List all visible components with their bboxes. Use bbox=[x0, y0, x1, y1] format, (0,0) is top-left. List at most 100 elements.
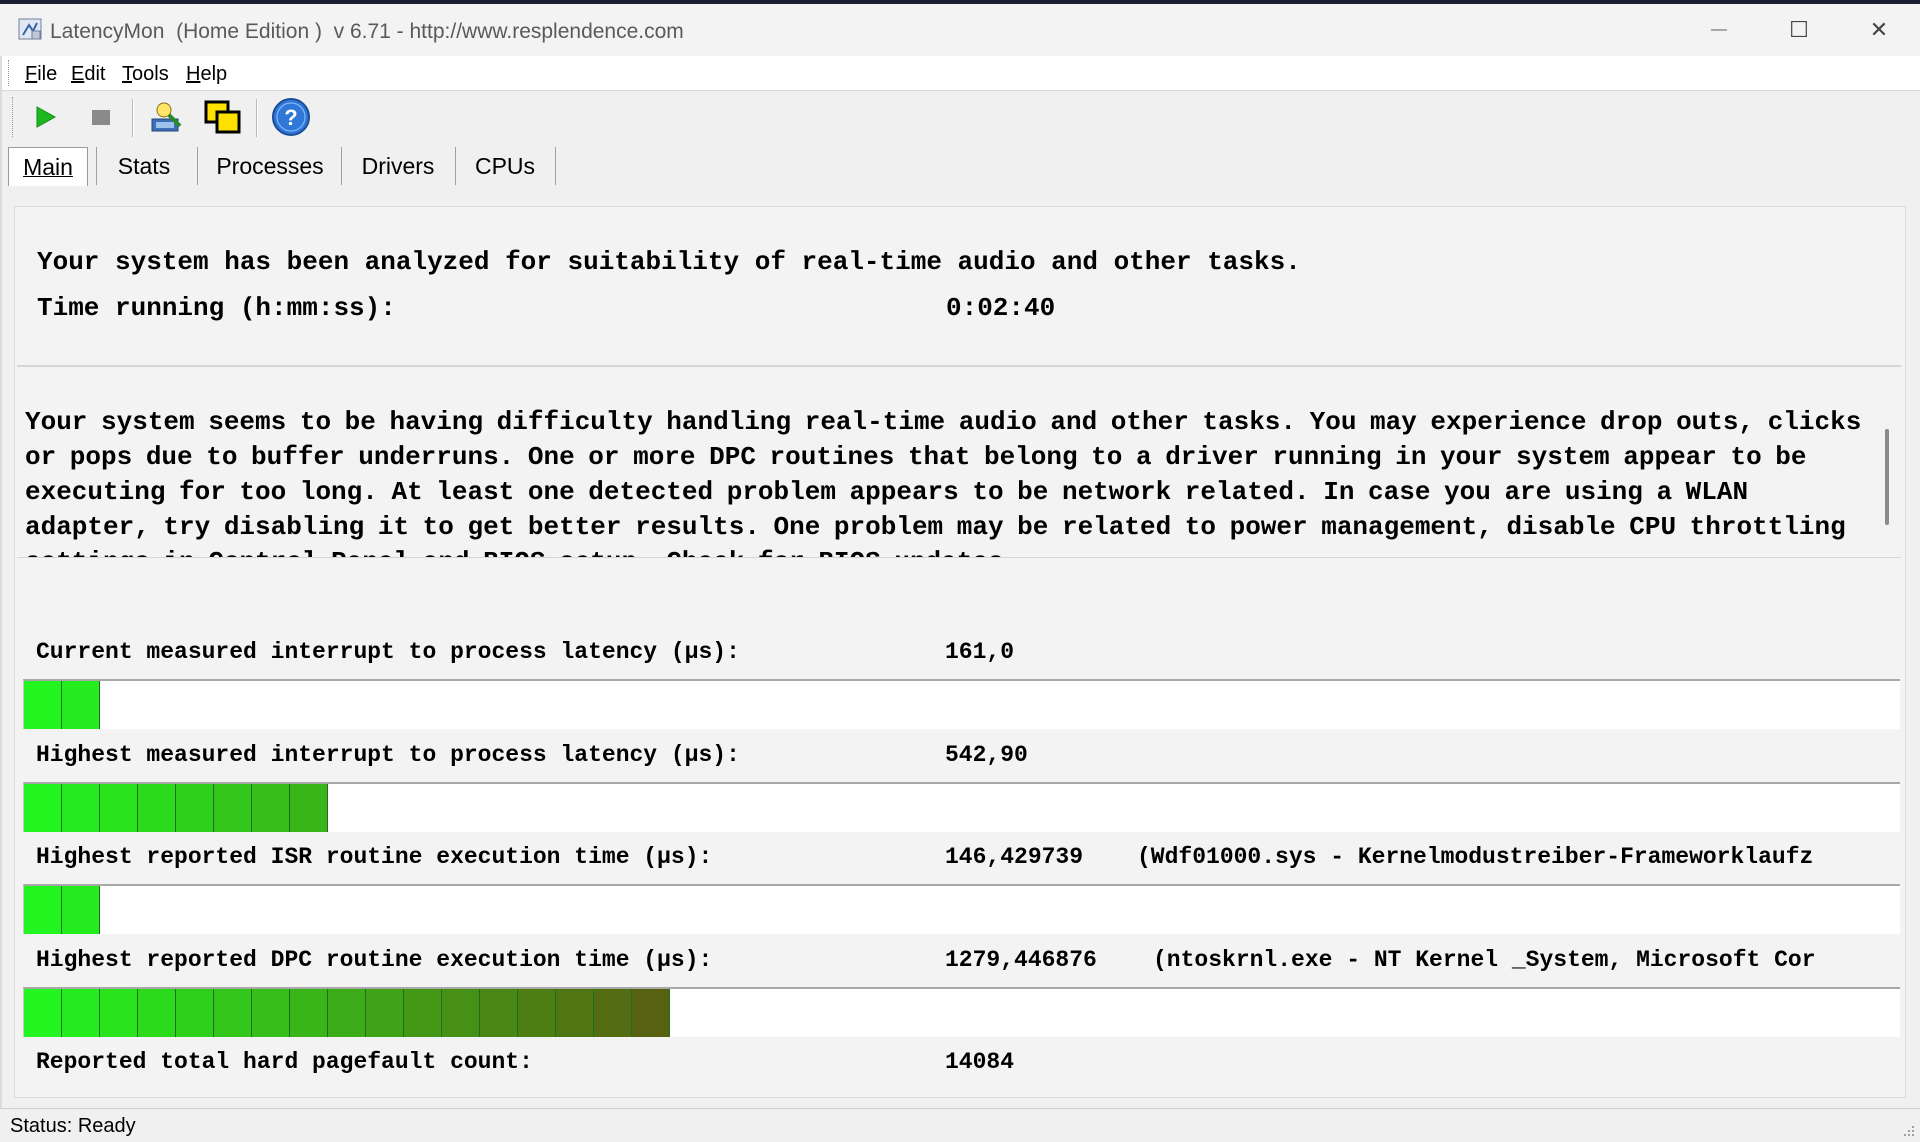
bar-segment bbox=[214, 784, 252, 832]
bar-segment bbox=[556, 989, 594, 1037]
menu-file[interactable]: File bbox=[25, 63, 57, 86]
close-icon: ✕ bbox=[1869, 17, 1889, 42]
bar-segment bbox=[100, 989, 138, 1037]
bar-segment bbox=[518, 989, 556, 1037]
dpc-execution-label: Highest reported DPC routine execution t… bbox=[36, 947, 713, 973]
menu-tools[interactable]: Tools bbox=[122, 63, 169, 86]
summary-text: Your system has been analyzed for suitab… bbox=[37, 247, 1301, 277]
bar-segment bbox=[62, 784, 100, 832]
bar-segment bbox=[62, 886, 100, 934]
tab-stats[interactable]: Stats bbox=[102, 147, 186, 185]
toolbar-separator bbox=[132, 99, 134, 137]
maximize-button[interactable]: ☐ bbox=[1770, 10, 1828, 50]
conclusion-message-box[interactable]: Your system seems to be having difficult… bbox=[17, 367, 1901, 558]
current-latency-bar bbox=[23, 679, 1900, 729]
tab-bar: Main Stats Processes Drivers CPUs bbox=[0, 143, 1920, 189]
highest-latency-label: Highest measured interrupt to process la… bbox=[36, 742, 740, 768]
current-latency-label: Current measured interrupt to process la… bbox=[36, 639, 740, 665]
tab-drivers-label: Drivers bbox=[361, 152, 435, 179]
bar-segment bbox=[62, 681, 100, 729]
current-latency-bar-fill bbox=[24, 681, 100, 729]
isr-execution-label: Highest reported ISR routine execution t… bbox=[36, 844, 713, 870]
title-bar[interactable]: LatencyMon (Home Edition ) v 6.71 - http… bbox=[0, 4, 1920, 56]
tab-processes-label: Processes bbox=[216, 152, 324, 179]
bar-segment bbox=[404, 989, 442, 1037]
stop-button[interactable] bbox=[80, 97, 122, 137]
bar-segment bbox=[252, 989, 290, 1037]
close-button[interactable]: ✕ bbox=[1850, 10, 1908, 50]
tab-separator bbox=[96, 147, 97, 185]
bar-segment bbox=[290, 784, 328, 832]
tab-main-label: Main bbox=[23, 153, 73, 180]
tab-separator bbox=[455, 147, 456, 185]
bar-segment bbox=[176, 989, 214, 1037]
maximize-icon: ☐ bbox=[1789, 17, 1809, 42]
menu-grip bbox=[8, 60, 11, 86]
bar-segment bbox=[480, 989, 518, 1037]
bar-segment bbox=[176, 784, 214, 832]
start-button[interactable] bbox=[24, 97, 66, 137]
summary-box: Your system has been analyzed for suitab… bbox=[17, 207, 1901, 367]
app-icon bbox=[18, 18, 42, 40]
svg-text:?: ? bbox=[284, 105, 297, 130]
toolbar-separator bbox=[256, 99, 258, 137]
bar-segment bbox=[24, 886, 62, 934]
tab-main[interactable]: Main bbox=[8, 147, 88, 186]
bar-segment bbox=[24, 681, 62, 729]
time-running-label: Time running (h:mm:ss): bbox=[37, 293, 396, 323]
help-icon: ? bbox=[272, 98, 310, 136]
bar-segment bbox=[100, 784, 138, 832]
dpc-execution-value: 1279,446876 bbox=[945, 947, 1097, 973]
tab-separator bbox=[555, 147, 556, 185]
window-title: LatencyMon (Home Edition ) v 6.71 - http… bbox=[50, 20, 684, 43]
message-scrollbar[interactable] bbox=[1881, 405, 1893, 553]
isr-execution-bar-fill bbox=[24, 886, 100, 934]
minimize-icon: — bbox=[1711, 21, 1727, 38]
tab-drivers[interactable]: Drivers bbox=[346, 147, 450, 185]
bar-segment bbox=[328, 989, 366, 1037]
highest-latency-bar bbox=[23, 782, 1900, 832]
bar-segment bbox=[138, 989, 176, 1037]
conclusion-message: Your system seems to be having difficult… bbox=[25, 407, 1862, 557]
scrollbar-thumb[interactable] bbox=[1885, 429, 1889, 525]
tab-separator bbox=[197, 147, 198, 185]
analyze-button[interactable] bbox=[146, 97, 188, 137]
bar-segment bbox=[290, 989, 328, 1037]
resize-grip-icon[interactable] bbox=[1900, 1122, 1916, 1138]
play-icon bbox=[36, 106, 57, 128]
windows-button[interactable] bbox=[202, 97, 244, 137]
bar-segment bbox=[138, 784, 176, 832]
menu-edit[interactable]: Edit bbox=[71, 63, 105, 86]
isr-execution-value: 146,429739 bbox=[945, 844, 1084, 870]
toolbar: ? bbox=[0, 91, 1920, 143]
bar-segment bbox=[252, 784, 290, 832]
isr-driver-detail: (Wdf01000.sys - Kernelmodustreiber-Frame… bbox=[1137, 844, 1814, 870]
bar-segment bbox=[24, 989, 62, 1037]
bar-segment bbox=[62, 989, 100, 1037]
help-button[interactable]: ? bbox=[270, 97, 312, 137]
highest-latency-value: 542,90 bbox=[945, 742, 1028, 768]
tab-cpus[interactable]: CPUs bbox=[460, 147, 550, 185]
pagefault-label: Reported total hard pagefault count: bbox=[36, 1049, 533, 1075]
highest-latency-bar-fill bbox=[24, 784, 328, 832]
windows-icon bbox=[204, 100, 241, 134]
menu-bar: File Edit Tools Help bbox=[0, 56, 1920, 91]
bar-segment bbox=[594, 989, 632, 1037]
dpc-driver-detail: (ntoskrnl.exe - NT Kernel _System, Micro… bbox=[1153, 947, 1816, 973]
bar-segment bbox=[632, 989, 670, 1037]
tab-stats-label: Stats bbox=[117, 152, 171, 179]
status-text: Status: Ready bbox=[10, 1115, 136, 1137]
bar-segment bbox=[366, 989, 404, 1037]
dpc-execution-bar bbox=[23, 987, 1900, 1037]
stop-icon bbox=[92, 110, 110, 125]
analyze-icon bbox=[151, 102, 182, 132]
tab-processes[interactable]: Processes bbox=[204, 147, 336, 185]
minimize-button[interactable]: — bbox=[1690, 10, 1748, 50]
bar-segment bbox=[442, 989, 480, 1037]
main-panel: Your system has been analyzed for suitab… bbox=[14, 206, 1906, 1098]
bar-segment bbox=[214, 989, 252, 1037]
dpc-execution-bar-fill bbox=[24, 989, 670, 1037]
menu-help[interactable]: Help bbox=[186, 63, 227, 86]
window-left-border bbox=[0, 56, 2, 1108]
pagefault-value: 14084 bbox=[945, 1049, 1015, 1075]
